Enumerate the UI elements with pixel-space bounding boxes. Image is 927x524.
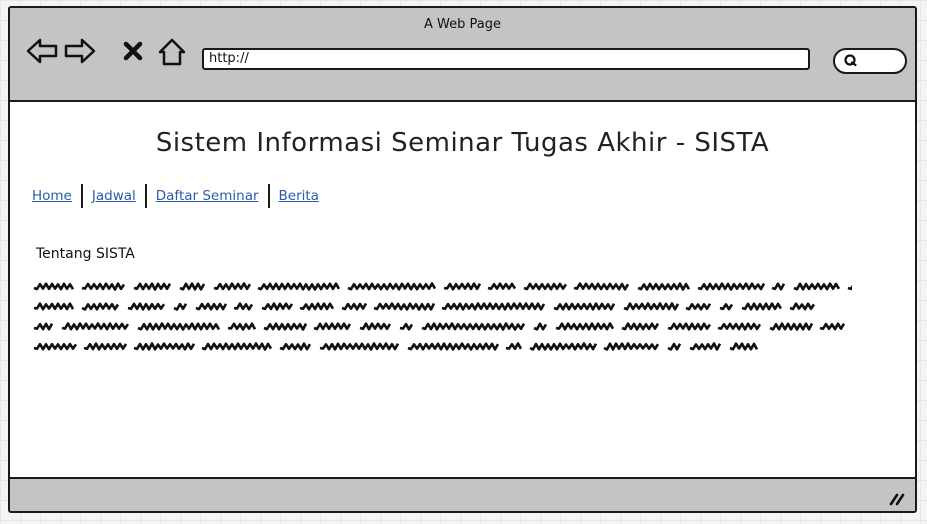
back-icon[interactable] (26, 38, 58, 64)
scribble-word (689, 342, 722, 351)
scribble-word (443, 282, 482, 291)
scribble-word (257, 282, 341, 291)
scribble-word (173, 302, 188, 311)
scribble-word (847, 284, 852, 291)
scribble-word (81, 282, 126, 291)
scribble-word (319, 342, 400, 351)
scribble-word (347, 282, 437, 291)
scribble-word (533, 322, 548, 331)
scribble-word (789, 302, 816, 311)
nav-separator (144, 184, 147, 208)
scribble-word (667, 322, 712, 331)
nav-menu: Home Jadwal Daftar Seminar Berita (32, 184, 319, 208)
url-input[interactable]: http:// (202, 48, 810, 70)
nav-link-home[interactable]: Home (32, 188, 72, 204)
scribble-word (623, 302, 680, 311)
scribble-word (729, 342, 759, 351)
nav-separator (80, 184, 83, 208)
placeholder-paragraph (33, 282, 852, 351)
scribble-word (359, 322, 392, 331)
scribble-word (769, 322, 814, 331)
scribble-word (263, 322, 308, 331)
search-field[interactable] (833, 48, 907, 74)
scribble-word (553, 302, 616, 311)
scribble-word (213, 282, 252, 291)
stop-icon[interactable] (123, 41, 143, 61)
scribble-word (261, 302, 294, 311)
scribble-word (33, 342, 78, 351)
forward-icon[interactable] (64, 38, 96, 64)
scribble-word (573, 282, 630, 291)
scribble-word (127, 302, 166, 311)
scribble-word (373, 302, 436, 311)
scribble-word (81, 302, 120, 311)
scribble-word (741, 302, 783, 311)
scribble-word (793, 282, 841, 291)
scribble-word (61, 322, 130, 331)
scribble-word (523, 282, 568, 291)
status-bar (10, 477, 915, 511)
scribble-word (603, 342, 660, 351)
scribble-word (667, 342, 682, 351)
browser-window: A Web Page http:// Sistem Informasi Semi… (8, 6, 917, 513)
scribble-word (529, 342, 598, 351)
scribble-word (555, 322, 615, 331)
page-title: Sistem Informasi Seminar Tugas Akhir - S… (155, 128, 770, 158)
scribble-word (227, 322, 257, 331)
scribble-word (637, 282, 691, 291)
scribble-word (487, 282, 517, 291)
scribble-word (719, 303, 734, 311)
scribble-word (441, 302, 546, 311)
scribble-word (505, 342, 523, 351)
scribble-word (407, 342, 500, 351)
scribble-word (313, 322, 352, 331)
scribble-word (717, 322, 762, 331)
scribble-word (137, 322, 221, 331)
scribble-word (201, 342, 273, 351)
search-icon (844, 54, 857, 67)
scribble-word (179, 282, 206, 291)
scribble-word (299, 302, 335, 311)
nav-link-daftar-seminar[interactable]: Daftar Seminar (156, 188, 259, 204)
scribble-word (195, 302, 228, 311)
scribble-word (83, 342, 128, 351)
browser-toolbar: A Web Page http:// (10, 8, 915, 102)
scribble-word (697, 282, 766, 291)
scribble-word (399, 322, 414, 331)
section-title: Tentang SISTA (36, 246, 135, 262)
nav-separator (267, 184, 270, 208)
resize-grip-icon[interactable] (887, 492, 905, 506)
scribble-word (421, 322, 526, 331)
scribble-word (819, 322, 846, 331)
home-icon[interactable] (158, 38, 186, 66)
scribble-word (133, 342, 196, 351)
nav-link-berita[interactable]: Berita (279, 188, 319, 204)
scribble-word (133, 282, 172, 291)
scribble-word (685, 303, 712, 311)
scribble-word (621, 322, 660, 331)
scribble-word (33, 302, 75, 311)
scribble-word (771, 282, 786, 291)
scribble-word (33, 282, 75, 291)
scribble-word (341, 302, 368, 311)
scribble-word (233, 302, 254, 311)
window-title: A Web Page (424, 17, 501, 32)
scribble-word (33, 322, 54, 331)
scribble-word (279, 342, 312, 351)
nav-link-jadwal[interactable]: Jadwal (92, 188, 136, 204)
